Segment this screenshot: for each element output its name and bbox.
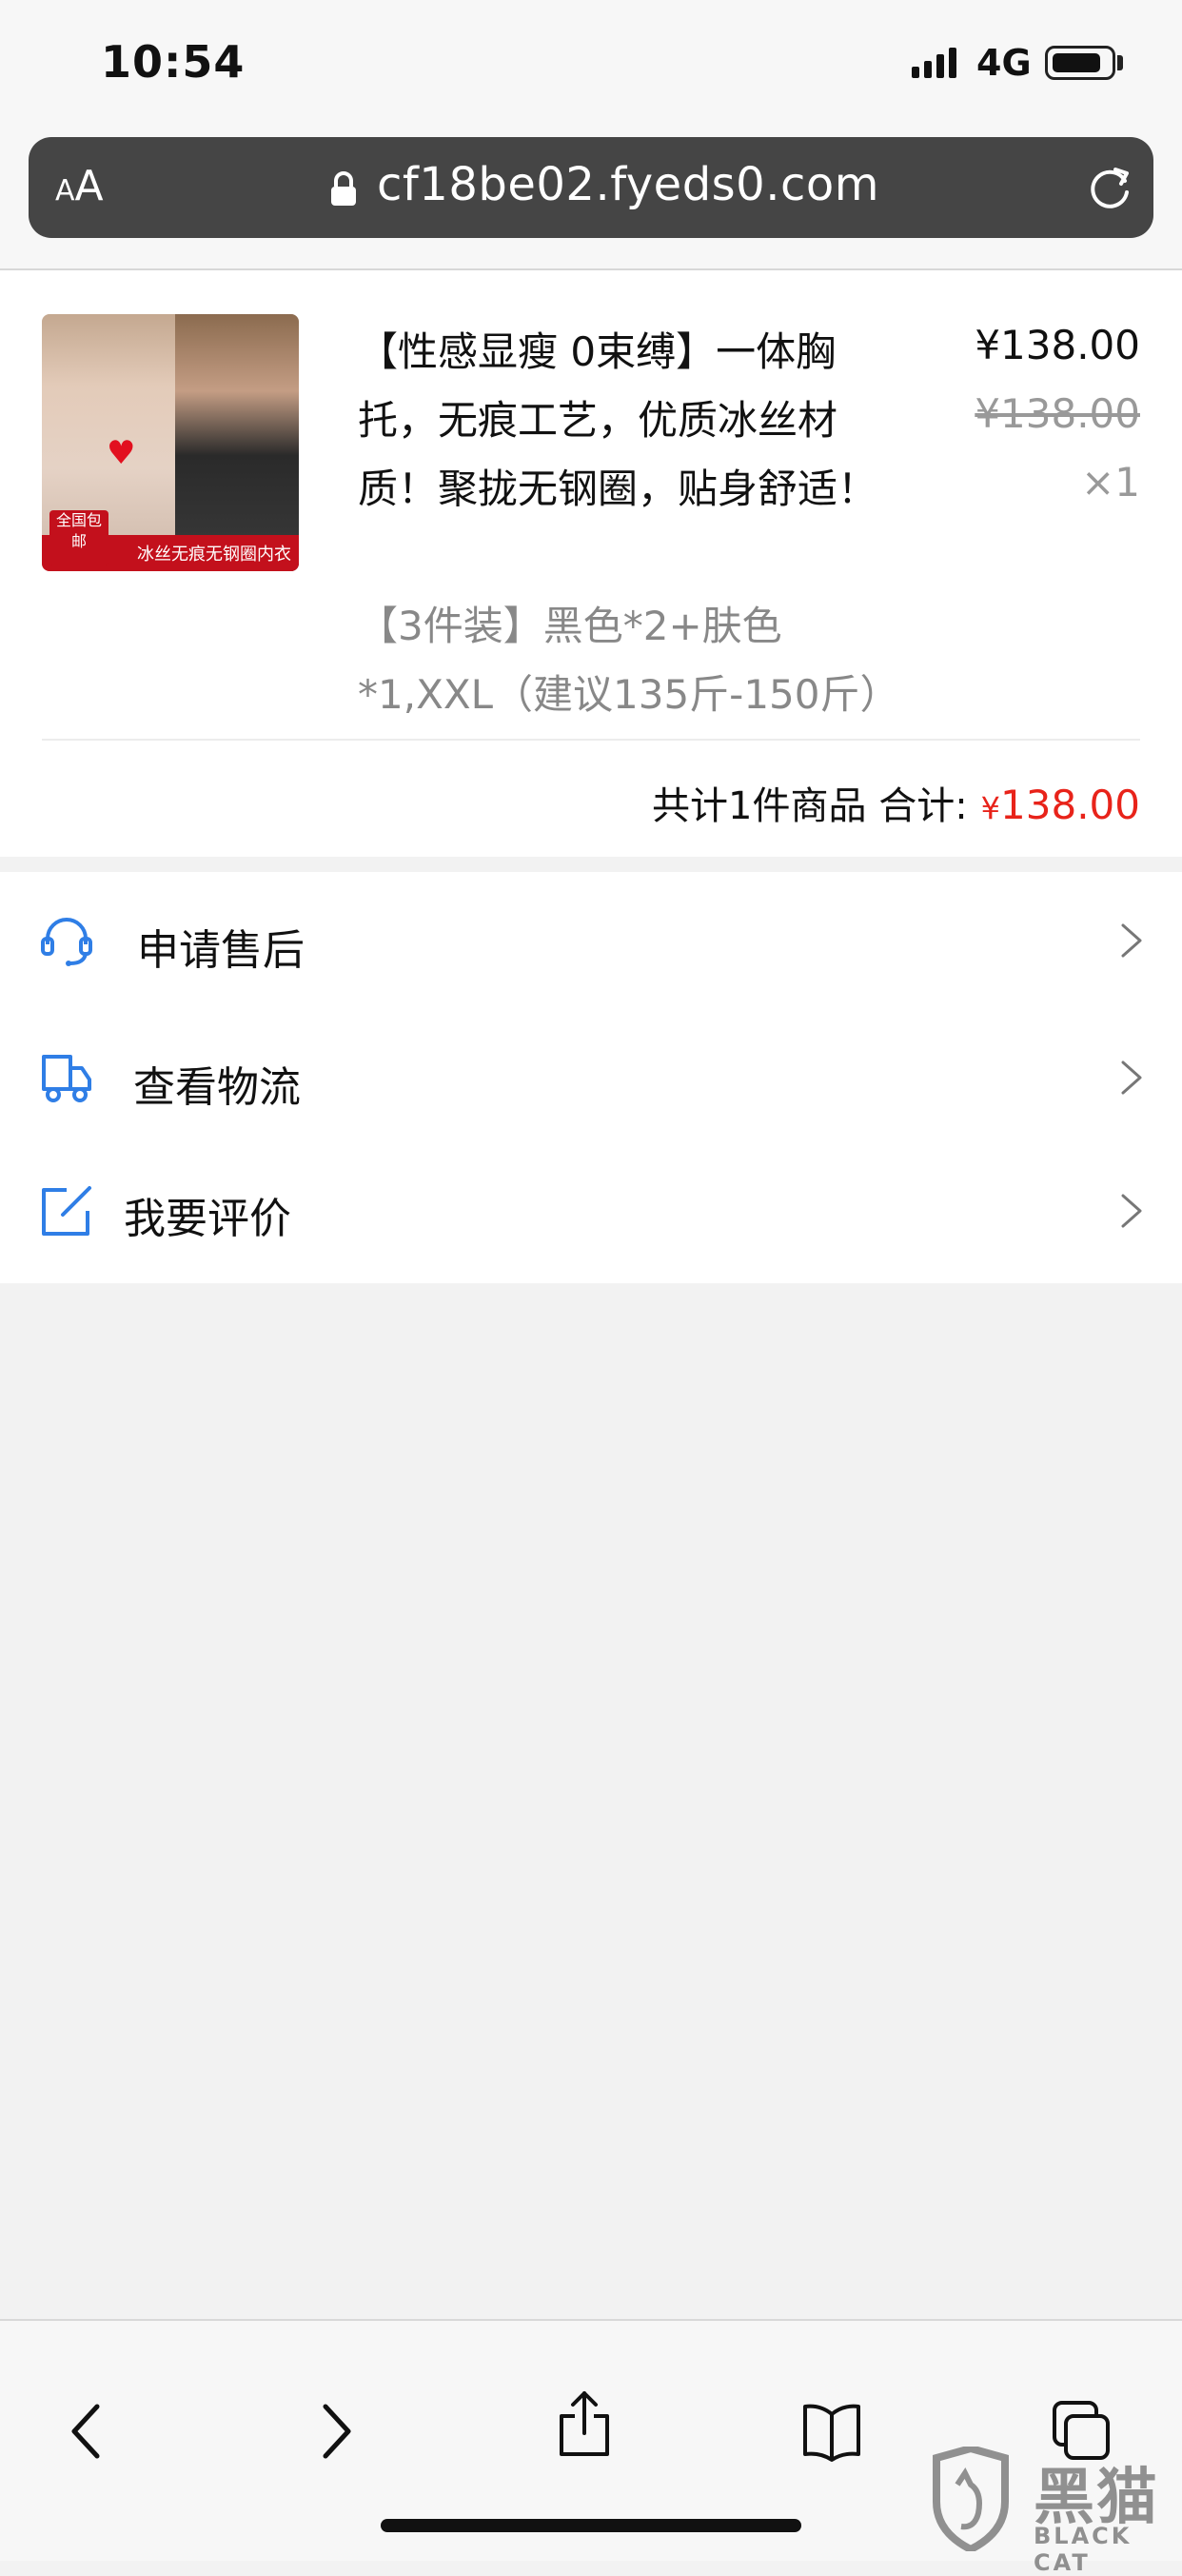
product-quantity: ×1 bbox=[1081, 459, 1140, 505]
text-size-button[interactable]: AA bbox=[55, 162, 104, 210]
menu-item-after-sales[interactable]: 申请售后 bbox=[0, 872, 1182, 1009]
text-size-small-label: A bbox=[55, 174, 75, 208]
menu-label-after-sales: 申请售后 bbox=[137, 926, 305, 975]
product-title[interactable]: 【性感显瘦 0束缚】一体胸托，无痕工艺，优质冰丝材质！聚拢无钢圈，贴身舒适！ bbox=[358, 318, 910, 524]
network-type: 4G bbox=[976, 42, 1032, 84]
product-original-price: ¥138.00 bbox=[975, 390, 1140, 437]
order-actions-menu: 申请售后 查看物流 我要评价 bbox=[0, 872, 1182, 1283]
edit-review-icon bbox=[42, 1186, 91, 1236]
menu-label-review: 我要评价 bbox=[124, 1195, 291, 1243]
browser-top-chrome: 10:54 4G AA cf18be02.fyeds0.com bbox=[0, 0, 1182, 270]
chevron-right-icon bbox=[1121, 923, 1142, 958]
menu-item-logistics[interactable]: 查看物流 bbox=[0, 1009, 1182, 1146]
headset-icon bbox=[41, 918, 92, 966]
delivery-truck-icon bbox=[42, 1055, 91, 1102]
url-text[interactable]: cf18be02.fyeds0.com bbox=[377, 158, 879, 211]
share-icon[interactable] bbox=[554, 2389, 615, 2458]
order-summary: 共计1件商品 合计: ¥138.00 bbox=[652, 775, 1140, 830]
signal-icon bbox=[912, 48, 956, 78]
summary-currency: ¥ bbox=[980, 790, 1001, 826]
thumbnail-badge: 全国包邮 bbox=[49, 510, 108, 565]
menu-label-logistics: 查看物流 bbox=[133, 1063, 301, 1112]
text-size-large-label: A bbox=[74, 162, 104, 210]
product-thumbnail[interactable]: ♥ 冰丝无痕无钢圈内衣 全国包邮 bbox=[42, 314, 299, 571]
order-card: ♥ 冰丝无痕无钢圈内衣 全国包邮 【性感显瘦 0束缚】一体胸托，无痕工艺，优质冰… bbox=[0, 270, 1182, 857]
product-spec: 【3件装】黑色*2+肤色*1,XXL（建议135斤-150斤） bbox=[358, 603, 900, 718]
menu-item-review[interactable]: 我要评价 bbox=[0, 1146, 1182, 1283]
black-cat-logo-icon bbox=[933, 2447, 1009, 2551]
status-time: 10:54 bbox=[101, 36, 246, 88]
watermark-name-en: BLACK CAT bbox=[1034, 2523, 1133, 2576]
reload-icon[interactable] bbox=[1083, 160, 1136, 213]
divider bbox=[42, 739, 1140, 741]
back-icon[interactable] bbox=[57, 2397, 118, 2466]
chevron-right-icon bbox=[1121, 1194, 1142, 1228]
thumbnail-model-back bbox=[175, 314, 299, 571]
home-indicator[interactable] bbox=[381, 2519, 801, 2532]
address-bar[interactable]: AA cf18be02.fyeds0.com bbox=[29, 137, 1153, 238]
summary-total: 138.00 bbox=[1000, 782, 1140, 828]
summary-count-text: 共计1件商品 合计: bbox=[652, 784, 968, 828]
bookmarks-icon[interactable] bbox=[801, 2397, 862, 2466]
lock-icon bbox=[331, 171, 356, 206]
chevron-right-icon bbox=[1121, 1060, 1142, 1095]
product-price: ¥138.00 bbox=[975, 322, 1140, 368]
heart-icon: ♥ bbox=[107, 434, 136, 472]
forward-icon[interactable] bbox=[305, 2397, 365, 2466]
battery-icon bbox=[1045, 46, 1115, 80]
battery-tip bbox=[1117, 55, 1123, 70]
